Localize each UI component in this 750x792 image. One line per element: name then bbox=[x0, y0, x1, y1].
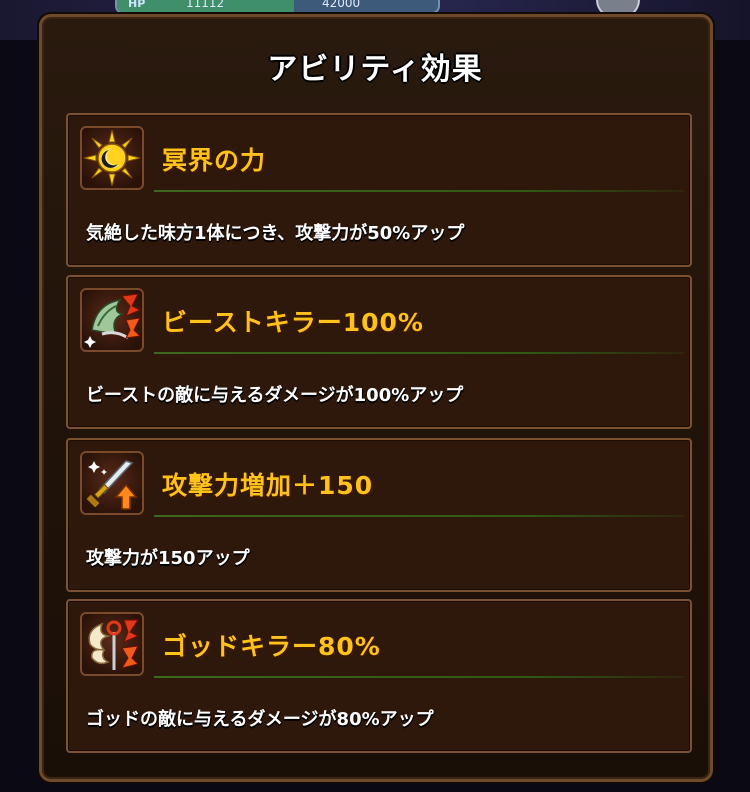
ability-name: 攻撃力増加＋150 bbox=[162, 471, 374, 500]
ability-name: ゴッドキラー80% bbox=[162, 632, 381, 661]
beast-claw-icon bbox=[80, 288, 144, 352]
god-wing-staff-icon bbox=[80, 612, 144, 676]
divider bbox=[154, 515, 684, 517]
divider bbox=[154, 190, 684, 192]
ability-name: 冥界の力 bbox=[162, 146, 267, 175]
divider bbox=[154, 352, 684, 354]
ability-description: 攻撃力が150アップ bbox=[86, 548, 250, 569]
ability-description: ゴッドの敵に与えるダメージが80%アップ bbox=[86, 709, 434, 730]
dialog-title: アビリティ効果 bbox=[267, 52, 483, 87]
ability-card: 攻撃力増加＋150 攻撃力が150アップ bbox=[66, 438, 692, 592]
ability-card: 冥界の力 気絶した味方1体につき、攻撃力が50%アップ bbox=[66, 113, 692, 267]
hp-value: 11112 bbox=[186, 0, 225, 10]
ability-card: ビーストキラー100% ビーストの敵に与えるダメージが100%アップ bbox=[66, 275, 692, 429]
sword-up-arrow-icon bbox=[80, 451, 144, 515]
ability-card: ゴッドキラー80% ゴッドの敵に与えるダメージが80%アップ bbox=[66, 599, 692, 753]
hp-bar bbox=[115, 0, 440, 14]
ability-description: ビーストの敵に与えるダメージが100%アップ bbox=[86, 385, 464, 406]
hp-label: HP bbox=[128, 0, 146, 10]
ability-description: 気絶した味方1体につき、攻撃力が50%アップ bbox=[86, 223, 465, 244]
hp-max: 42000 bbox=[322, 0, 361, 10]
divider bbox=[154, 676, 684, 678]
sun-moon-icon bbox=[80, 126, 144, 190]
ability-name: ビーストキラー100% bbox=[162, 308, 424, 337]
